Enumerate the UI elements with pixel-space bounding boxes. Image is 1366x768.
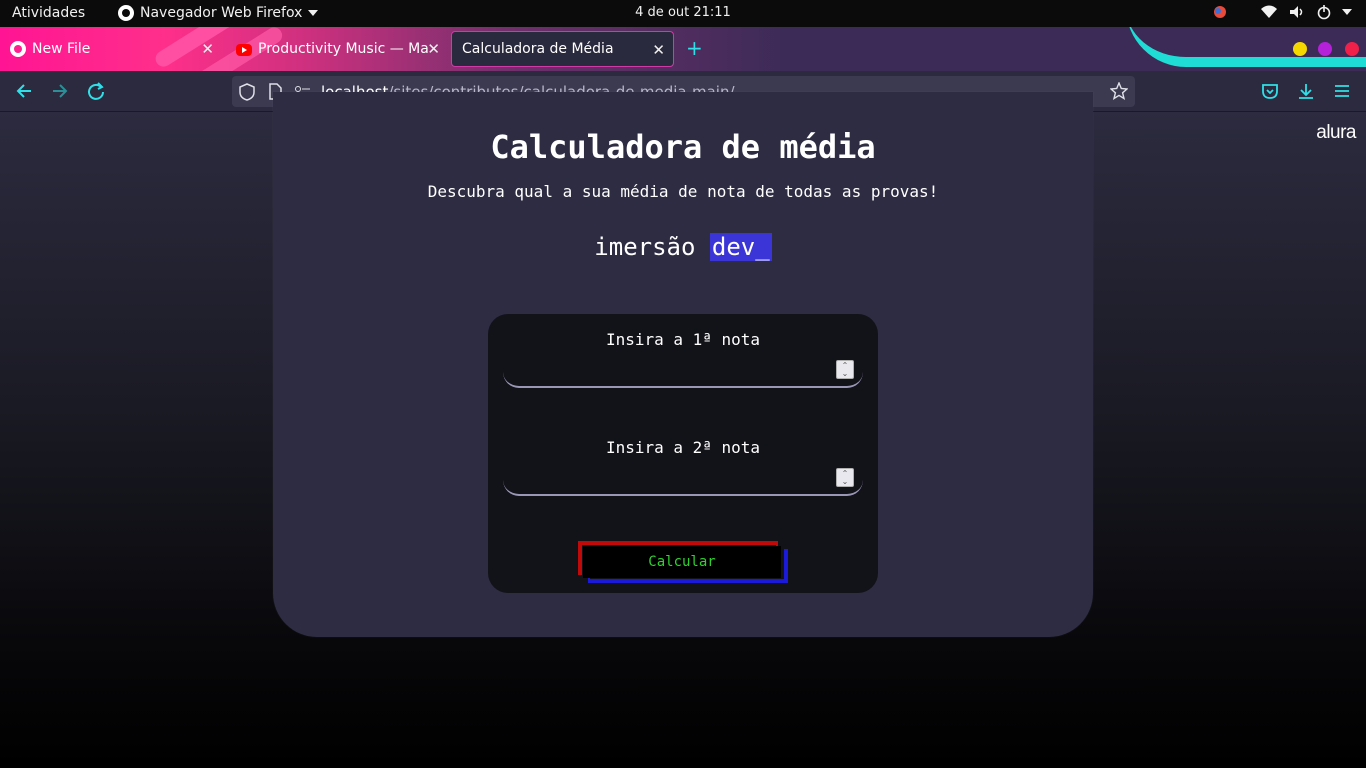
alura-logo: alura (1316, 122, 1356, 143)
volume-icon (1290, 6, 1303, 18)
clock[interactable]: 4 de out 21:11 (635, 5, 731, 20)
grade1-label: Insira a 1ª nota (605, 330, 761, 349)
menu-hamburger-icon[interactable] (1334, 83, 1350, 99)
wifi-icon (1261, 5, 1277, 18)
reload-icon[interactable] (86, 81, 106, 101)
tab-strip: New File ✕ Productivity Music — Ma ✕ Cal… (0, 27, 1366, 71)
minimize-button[interactable] (1293, 42, 1307, 56)
bookmark-star-icon[interactable] (1110, 82, 1128, 100)
grade1-input[interactable]: ⌃ ⌄ (503, 354, 863, 388)
forward-arrow-icon[interactable] (50, 81, 70, 101)
activities-button[interactable]: Atividades (12, 5, 85, 21)
calculate-button[interactable]: Calcular (583, 546, 781, 578)
youtube-icon (236, 44, 252, 56)
page-title: Calculadora de média (490, 128, 876, 166)
number-stepper-icon[interactable]: ⌃ ⌄ (836, 360, 854, 379)
page-subtitle: Descubra qual a sua média de nota de tod… (427, 182, 939, 201)
close-window-button[interactable] (1345, 42, 1359, 56)
notification-app-icon (1214, 6, 1226, 18)
brand-prefix: imersão (594, 233, 696, 261)
new-tab-plus-icon[interactable]: + (686, 36, 703, 60)
chevron-down-icon (1342, 9, 1352, 15)
system-tray[interactable] (1212, 4, 1352, 20)
system-top-bar: Atividades Navegador Web Firefox 4 de ou… (0, 0, 1366, 27)
pocket-icon[interactable] (1261, 83, 1279, 100)
maximize-button[interactable] (1318, 42, 1332, 56)
grade2-label: Insira a 2ª nota (605, 438, 761, 457)
brand-highlight: dev_ (709, 233, 772, 261)
close-icon[interactable]: ✕ (427, 40, 440, 58)
tab-new-file[interactable]: New File ✕ (0, 31, 222, 67)
number-stepper-icon[interactable]: ⌃ ⌄ (836, 468, 854, 487)
downloads-icon[interactable] (1297, 82, 1315, 100)
page-viewport: alura Calculadora de média Descubra qual… (0, 92, 1366, 768)
chevron-down-icon (308, 10, 319, 16)
app-menu[interactable]: Navegador Web Firefox (118, 5, 319, 21)
tab-label: New File (32, 41, 91, 57)
tab-label: Calculadora de Média (462, 41, 614, 57)
calculate-button-frame: Calcular (578, 541, 788, 583)
shield-icon[interactable] (239, 83, 255, 101)
firefox-icon (118, 5, 134, 21)
github-icon (10, 41, 26, 57)
back-arrow-icon[interactable] (14, 81, 34, 101)
close-icon[interactable]: ✕ (652, 41, 665, 59)
power-icon (1317, 5, 1331, 20)
close-icon[interactable]: ✕ (201, 40, 214, 58)
calculator-card: Calculadora de média Descubra qual a sua… (273, 92, 1093, 637)
imersao-dev-logo: imersão dev_ (273, 233, 1093, 261)
tab-label: Productivity Music — Ma (258, 41, 429, 57)
grade2-input[interactable]: ⌃ ⌄ (503, 462, 863, 496)
tab-productivity-music[interactable]: Productivity Music — Ma ✕ (226, 31, 448, 67)
tab-calculadora[interactable]: Calculadora de Média ✕ (451, 31, 674, 67)
app-menu-label: Navegador Web Firefox (140, 5, 303, 21)
grade-form: Insira a 1ª nota ⌃ ⌄ Insira a 2ª nota ⌃ ⌄ … (488, 314, 878, 593)
